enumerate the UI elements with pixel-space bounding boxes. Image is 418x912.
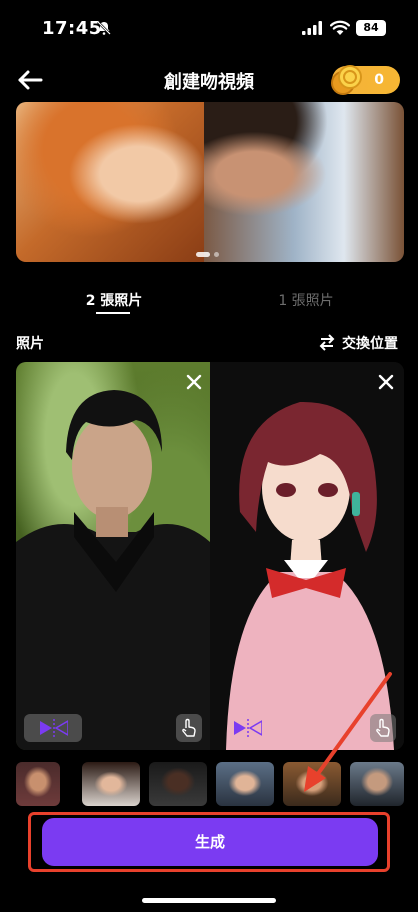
carousel-indicator — [196, 252, 224, 258]
template-thumbnail[interactable] — [216, 762, 274, 806]
home-indicator — [142, 898, 276, 903]
swap-position-label: 交換位置 — [342, 336, 398, 352]
preview-image-woman — [16, 102, 204, 262]
adjust-photo-1-button[interactable] — [176, 714, 202, 742]
remove-photo-2-icon[interactable] — [374, 370, 398, 394]
template-thumbnail[interactable] — [16, 762, 60, 806]
status-bar: 17:45 84 — [0, 0, 418, 56]
template-thumbnail[interactable] — [82, 762, 140, 806]
hand-touch-icon — [182, 718, 196, 737]
bell-off-icon — [97, 21, 111, 35]
remove-photo-1-icon[interactable] — [182, 370, 206, 394]
flip-photo-2-button[interactable] — [218, 714, 276, 742]
preview-image-man — [204, 102, 404, 262]
battery-indicator: 84 — [356, 20, 386, 36]
coin-icon — [331, 65, 362, 95]
wifi-icon — [330, 20, 350, 35]
photo-man — [16, 390, 210, 750]
tab-two-photos[interactable]: 2 張照片 — [84, 290, 144, 310]
flip-horizontal-icon — [234, 719, 262, 737]
flip-horizontal-icon — [40, 719, 68, 737]
coin-count: 0 — [374, 72, 384, 88]
template-thumbnail[interactable] — [149, 762, 207, 806]
swap-icon — [319, 334, 335, 351]
tab-one-photo[interactable]: 1 張照片 — [276, 290, 336, 310]
active-tab-underline — [96, 312, 130, 314]
coin-balance[interactable]: 0 — [331, 65, 400, 95]
flip-photo-1-button[interactable] — [24, 714, 82, 742]
photo-slot-1[interactable] — [16, 362, 210, 750]
annotation-arrow — [304, 672, 392, 792]
generate-button[interactable]: 生成 — [42, 818, 378, 866]
preview-banner — [16, 102, 404, 262]
cellular-signal-icon — [302, 21, 322, 35]
photos-section-label: 照片 — [16, 336, 44, 352]
swap-position-button[interactable]: 交換位置 — [318, 331, 408, 353]
status-time: 17:45 — [42, 18, 102, 39]
